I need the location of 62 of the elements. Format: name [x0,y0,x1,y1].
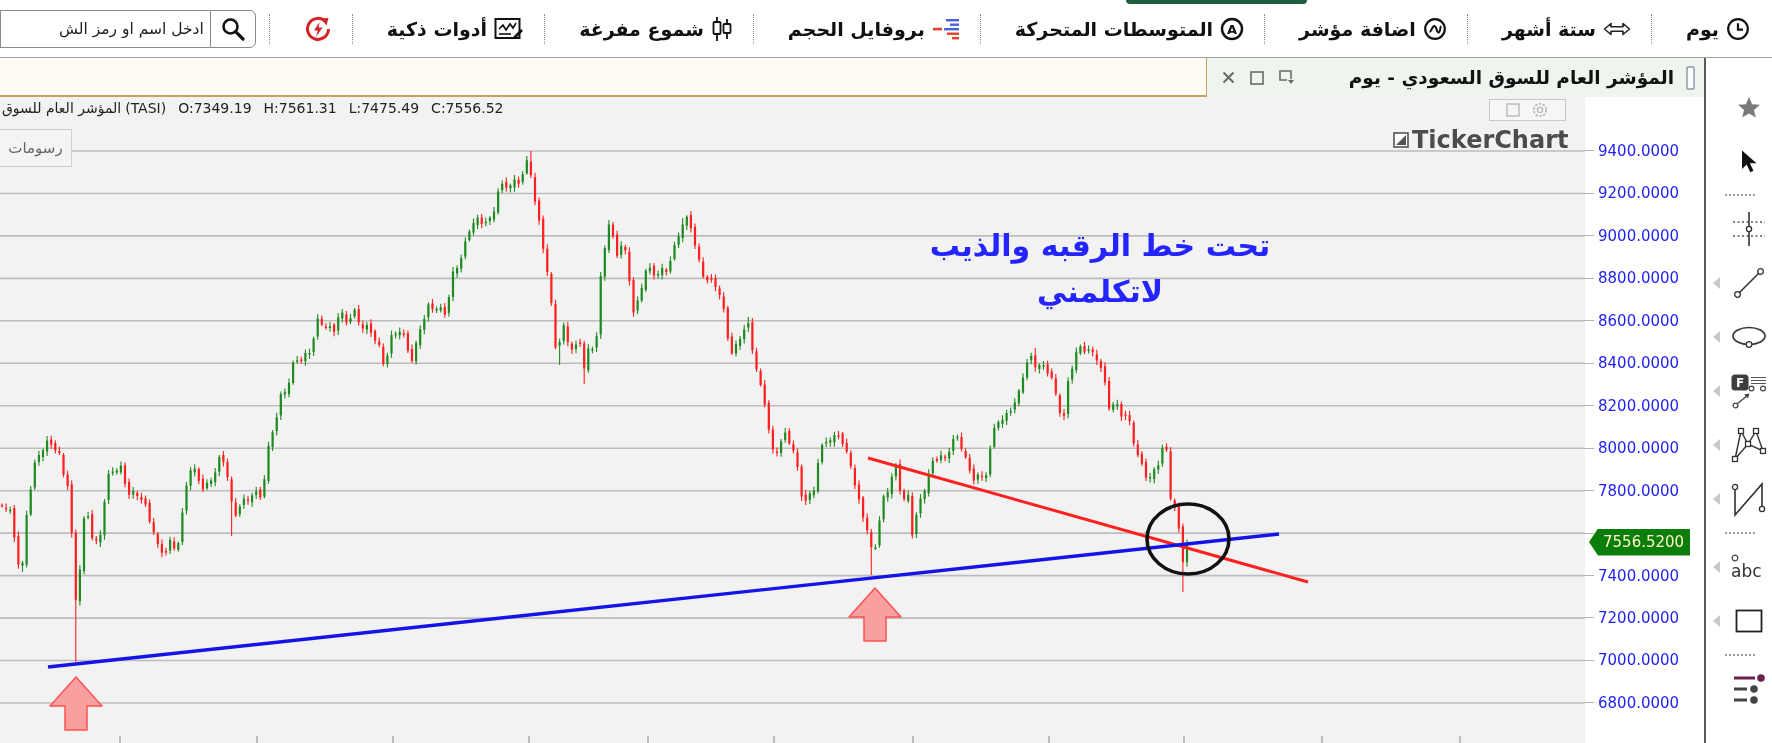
price-label: 6800.0000 [1598,693,1680,712]
support-trend-line[interactable] [47,532,1280,669]
ellipse-marker[interactable] [1145,502,1231,576]
anchor-dot-icon[interactable] [1731,554,1739,562]
ticker-symbol: (TASI) [125,99,167,118]
bolt-circle-icon [303,14,332,43]
line-segment-icon[interactable] [1733,267,1765,299]
up-arrow[interactable] [49,676,103,731]
panel-icon [1686,65,1695,90]
ohlc-value: L:7475.49 [348,99,420,118]
ellipse-icon[interactable] [1731,325,1767,349]
star-icon[interactable] [1737,95,1761,119]
ohlc-value: C:7556.52 [431,99,504,118]
hollow-candles-button[interactable]: شموع مفرغة [576,8,736,49]
search-field[interactable]: ادخل اسم او رمز الش [0,9,210,48]
last-price-tag: 7556.5200 [1589,528,1691,556]
logo-text: TickerChart [1412,127,1569,153]
restore-icon[interactable] [1279,70,1295,85]
price-label: 9200.0000 [1598,184,1680,203]
double-arrow-icon [1603,21,1631,36]
resistance-trend-line[interactable] [867,456,1309,584]
volume-profile-button[interactable]: بروفايل الحجم [784,8,963,49]
zigzag-channel-icon[interactable] [1731,481,1767,517]
price-label: 7400.0000 [1598,566,1680,585]
smart-tools-button[interactable]: أدوات ذكية [383,8,528,49]
search-icon [220,16,245,41]
hollow-candles-icon [710,15,733,42]
ohlc-value: O:7349.19 [178,99,252,118]
instrument-name: المؤشر العام للسوق [2,99,122,118]
close-icon[interactable] [1222,71,1235,84]
price-label: 8000.0000 [1598,439,1680,458]
circled-letter-icon: A [1220,16,1245,41]
interval-button[interactable]: يوم [1683,8,1753,49]
price-label: 7000.0000 [1598,651,1680,670]
maximize-icon[interactable] [1250,70,1264,85]
wave-circle-icon [1422,16,1447,41]
rectangle-icon[interactable] [1735,609,1763,633]
chart-title: المؤشر العام للسوق السعودي - يوم [1348,67,1674,88]
chart-pencil-icon [494,16,525,41]
drawings-button[interactable]: رسومات [0,129,72,167]
price-label: 9400.0000 [1598,142,1680,160]
price-label: 8400.0000 [1598,354,1680,373]
price-label: 9000.0000 [1598,226,1680,245]
price-label: 8600.0000 [1598,311,1680,330]
text-tool-button[interactable]: abc [1706,547,1772,587]
clock-icon [1726,16,1750,41]
add-indicator-button[interactable]: اضافة مؤشر [1296,8,1450,49]
ohlc-value: H:7561.31 [263,99,337,118]
search-button[interactable] [209,9,256,48]
up-arrow[interactable] [848,587,902,642]
period-button[interactable]: ستة أشهر [1498,8,1634,49]
fibonacci-tool-button[interactable]: F [1706,371,1772,411]
annotation-text: تحت خط الرقبه والذيب لاتكلمني [928,227,1272,312]
price-label: 8200.0000 [1598,396,1680,415]
price-label: 8800.0000 [1598,269,1680,288]
volume-bars-icon [931,17,960,40]
price-label: 7800.0000 [1598,481,1680,500]
price-label: 7200.0000 [1598,608,1680,627]
logo-icon [1393,132,1409,148]
settings-sliders-icon[interactable] [1732,673,1766,705]
pattern-points-icon[interactable] [1731,427,1767,463]
cursor-icon[interactable] [1740,149,1758,173]
